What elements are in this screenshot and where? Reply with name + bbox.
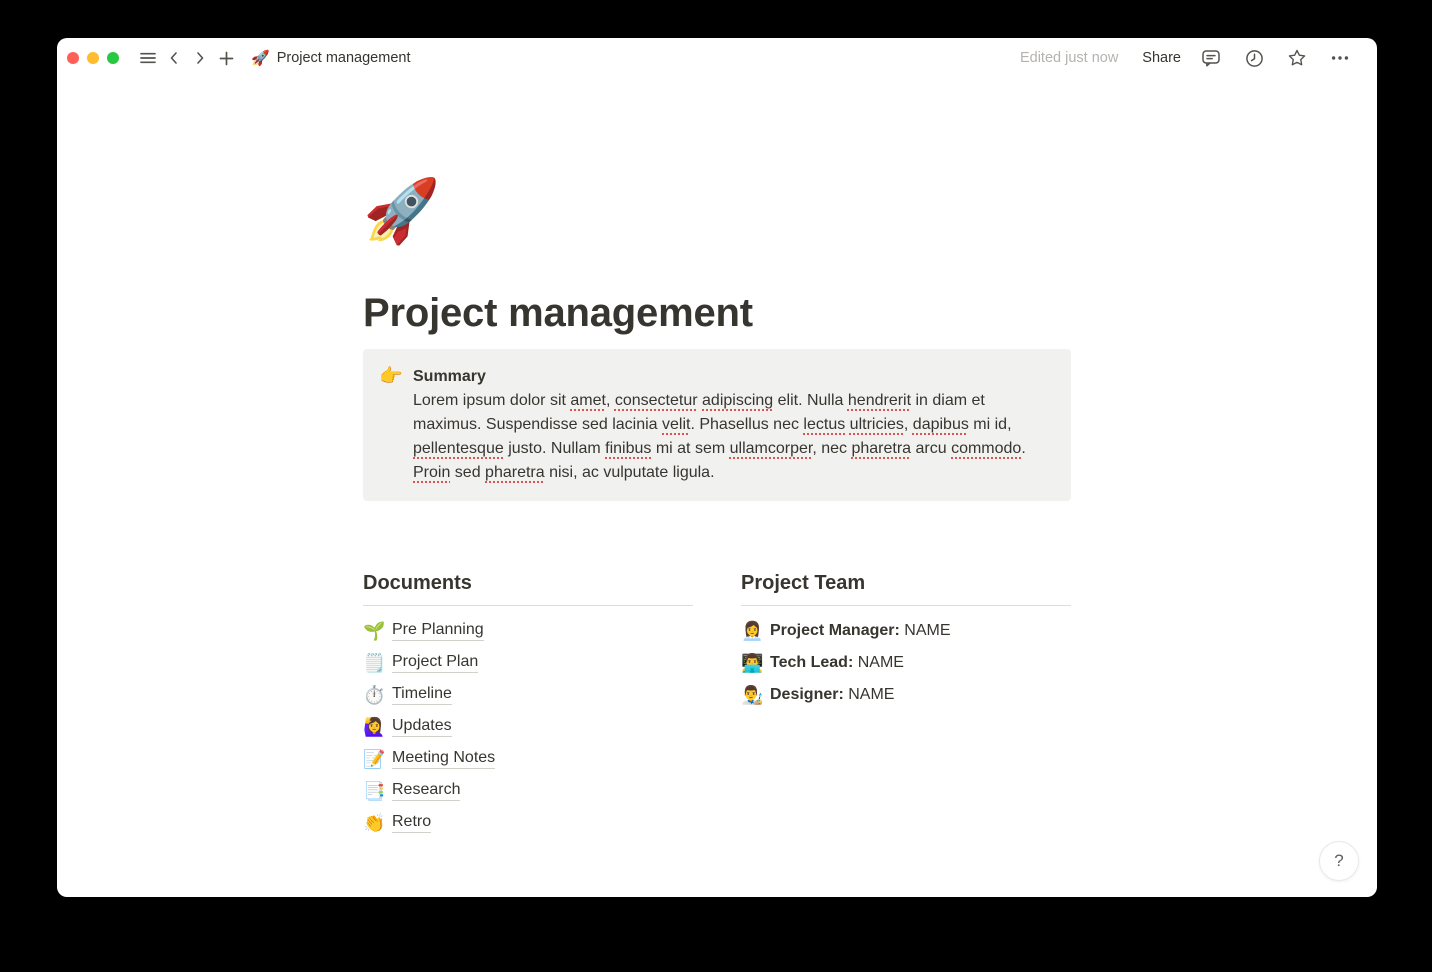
team-member-designer: 👨‍🎨 Designer: NAME — [741, 679, 1071, 711]
bookmark-tabs-icon: 📑 — [363, 780, 385, 802]
misspelled-word: consectetur — [615, 392, 698, 409]
document-link-label[interactable]: Research — [392, 781, 460, 801]
comments-icon[interactable] — [1198, 45, 1224, 71]
help-button[interactable]: ? — [1319, 841, 1359, 881]
seedling-icon: 🌱 — [363, 620, 385, 642]
team-role-label: Tech Lead: — [770, 654, 853, 671]
document-link-label[interactable]: Project Plan — [392, 653, 478, 673]
project-team-heading: Project Team — [741, 571, 1071, 606]
documents-list: 🌱 Pre Planning 🗒️ Project Plan ⏱️ Timeli… — [363, 615, 693, 839]
misspelled-word: adipiscing — [702, 392, 773, 409]
forward-button[interactable] — [187, 45, 213, 71]
team-member-tech-lead: 👨‍💻 Tech Lead: NAME — [741, 647, 1071, 679]
last-edited-status: Edited just now — [1020, 50, 1118, 66]
memo-icon: 📝 — [363, 748, 385, 770]
misspelled-word: finibus — [605, 440, 651, 457]
more-options-icon[interactable] — [1327, 45, 1353, 71]
clapping-hands-icon: 👏 — [363, 812, 385, 834]
callout-text: Lorem ipsum dolor sit amet, consectetur … — [413, 389, 1055, 485]
document-link-label[interactable]: Updates — [392, 717, 452, 737]
document-link-project-plan[interactable]: 🗒️ Project Plan — [363, 647, 693, 679]
misspelled-word: velit — [662, 416, 690, 433]
titlebar: 🚀 Project management Edited just now Sha… — [57, 38, 1377, 78]
team-member-text: Tech Lead: NAME — [770, 654, 904, 672]
document-link-label[interactable]: Pre Planning — [392, 621, 484, 641]
titlebar-right: Edited just now Share — [1020, 45, 1353, 71]
page-icon-rocket[interactable]: 🚀 — [363, 173, 443, 251]
woman-raising-hand-icon: 🙋‍♀️ — [363, 716, 385, 738]
document-link-timeline[interactable]: ⏱️ Timeline — [363, 679, 693, 711]
document-link-updates[interactable]: 🙋‍♀️ Updates — [363, 711, 693, 743]
misspelled-word: pellentesque — [413, 440, 504, 457]
desktop: { "titlebar": { "title_icon": "🚀", "titl… — [0, 0, 1432, 972]
woman-office-worker-icon: 👩‍💼 — [741, 620, 763, 642]
summary-callout: 👉 Summary Lorem ipsum dolor sit amet, co… — [363, 349, 1071, 501]
zoom-window-button[interactable] — [107, 52, 119, 64]
rocket-icon: 🚀 — [251, 49, 270, 67]
pointing-right-icon[interactable]: 👉 — [379, 365, 403, 485]
team-member-name: NAME — [858, 654, 904, 671]
misspelled-word: pharetra — [485, 464, 545, 481]
document-link-meeting-notes[interactable]: 📝 Meeting Notes — [363, 743, 693, 775]
misspelled-word: amet — [570, 392, 606, 409]
misspelled-word: commodo — [951, 440, 1021, 457]
misspelled-word: pharetra — [851, 440, 911, 457]
history-clock-icon[interactable] — [1241, 45, 1267, 71]
misspelled-word: lectus — [803, 416, 845, 433]
spiral-notepad-icon: 🗒️ — [363, 652, 385, 674]
team-role-label: Designer: — [770, 686, 844, 703]
team-list: 👩‍💼 Project Manager: NAME 👨‍💻 Tech Lead:… — [741, 615, 1071, 711]
technologist-icon: 👨‍💻 — [741, 652, 763, 674]
document-link-research[interactable]: 📑 Research — [363, 775, 693, 807]
two-column-section: Documents 🌱 Pre Planning 🗒️ Project Plan… — [363, 571, 1071, 839]
project-team-column: Project Team 👩‍💼 Project Manager: NAME 👨… — [741, 571, 1071, 839]
document-link-label[interactable]: Meeting Notes — [392, 749, 495, 769]
document-link-pre-planning[interactable]: 🌱 Pre Planning — [363, 615, 693, 647]
team-member-name: NAME — [904, 622, 950, 639]
misspelled-word: Proin — [413, 464, 450, 481]
document-link-label[interactable]: Retro — [392, 813, 431, 833]
team-member-name: NAME — [848, 686, 894, 703]
callout-body: Summary Lorem ipsum dolor sit amet, cons… — [413, 365, 1055, 485]
team-member-text: Project Manager: NAME — [770, 622, 951, 640]
favorite-star-icon[interactable] — [1284, 45, 1310, 71]
back-button[interactable] — [161, 45, 187, 71]
document-link-label[interactable]: Timeline — [392, 685, 452, 705]
team-member-text: Designer: NAME — [770, 686, 894, 704]
documents-heading: Documents — [363, 571, 693, 606]
app-window: 🚀 Project management Edited just now Sha… — [57, 38, 1377, 897]
misspelled-word: ultricies — [850, 416, 904, 433]
page-content: 🚀 Project management 👉 Summary Lorem ips… — [363, 173, 1071, 839]
misspelled-word: dapibus — [913, 416, 969, 433]
window-controls — [67, 52, 119, 64]
team-member-project-manager: 👩‍💼 Project Manager: NAME — [741, 615, 1071, 647]
misspelled-word: hendrerit — [848, 392, 911, 409]
minimize-window-button[interactable] — [87, 52, 99, 64]
sidebar-menu-icon[interactable] — [135, 45, 161, 71]
team-role-label: Project Manager: — [770, 622, 900, 639]
misspelled-word: ullamcorper — [730, 440, 813, 457]
share-button[interactable]: Share — [1142, 50, 1181, 66]
man-artist-icon: 👨‍🎨 — [741, 684, 763, 706]
titlebar-left: 🚀 Project management — [67, 45, 410, 71]
page-title: Project management — [363, 289, 1071, 337]
breadcrumb-page-title: Project management — [277, 50, 411, 66]
close-window-button[interactable] — [67, 52, 79, 64]
stopwatch-icon: ⏱️ — [363, 684, 385, 706]
document-link-retro[interactable]: 👏 Retro — [363, 807, 693, 839]
callout-heading: Summary — [413, 365, 1055, 389]
breadcrumb[interactable]: 🚀 Project management — [251, 49, 410, 67]
new-page-button[interactable] — [213, 45, 239, 71]
documents-column: Documents 🌱 Pre Planning 🗒️ Project Plan… — [363, 571, 693, 839]
